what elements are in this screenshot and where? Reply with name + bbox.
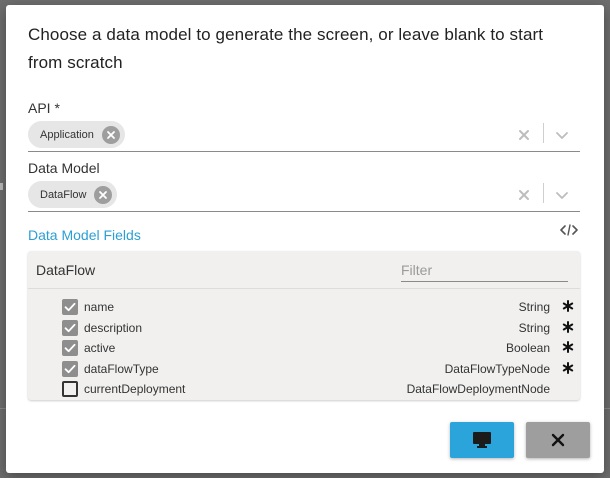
field-type: DataFlowTypeNode bbox=[444, 361, 550, 376]
chip-remove-icon[interactable] bbox=[94, 185, 113, 204]
field-row: description String bbox=[28, 319, 580, 339]
generate-screen-button[interactable] bbox=[450, 422, 514, 458]
select-separator bbox=[543, 123, 544, 143]
data-model-chip: DataFlow bbox=[28, 181, 118, 208]
asterisk-icon bbox=[562, 300, 574, 312]
chip-remove-icon[interactable] bbox=[101, 125, 120, 144]
chevron-down-icon[interactable] bbox=[554, 127, 570, 143]
field-checkbox[interactable] bbox=[62, 319, 78, 336]
fields-panel: DataFlow name String description String acti… bbox=[28, 251, 580, 400]
field-row: name String bbox=[28, 298, 580, 318]
dialog-title: Choose a data model to generate the scre… bbox=[28, 25, 544, 72]
api-chip-label: Application bbox=[40, 128, 94, 141]
field-checkbox[interactable] bbox=[62, 381, 78, 397]
field-name: description bbox=[84, 320, 143, 335]
clear-icon[interactable] bbox=[516, 127, 532, 143]
field-checkbox[interactable] bbox=[62, 360, 78, 377]
field-name: dataFlowType bbox=[84, 361, 159, 376]
api-chip: Application bbox=[28, 121, 125, 148]
data-model-select[interactable]: DataFlow bbox=[28, 181, 580, 212]
close-icon bbox=[551, 433, 565, 447]
field-type: String bbox=[518, 320, 550, 335]
field-name: name bbox=[84, 300, 115, 314]
data-model-label: Data Model bbox=[28, 160, 100, 176]
field-row: dataFlowType DataFlowTypeNode bbox=[28, 360, 580, 380]
field-name: active bbox=[84, 341, 116, 355]
api-select[interactable]: Application bbox=[28, 121, 580, 152]
close-icon bbox=[99, 190, 108, 199]
field-checkbox[interactable] bbox=[62, 299, 78, 315]
check-icon bbox=[64, 364, 76, 373]
filter-input[interactable] bbox=[401, 258, 568, 282]
chevron-down-icon[interactable] bbox=[554, 187, 570, 203]
field-row: active Boolean bbox=[28, 339, 580, 359]
cancel-button[interactable] bbox=[526, 422, 590, 458]
code-icon[interactable] bbox=[560, 222, 578, 238]
field-type: DataFlowDeploymentNode bbox=[406, 382, 550, 396]
asterisk-icon bbox=[562, 361, 574, 374]
monitor-icon bbox=[473, 432, 491, 448]
generate-screen-dialog: Choose a data model to generate the scre… bbox=[6, 5, 604, 473]
api-label: API * bbox=[28, 100, 60, 116]
data-model-chip-label: DataFlow bbox=[40, 188, 87, 201]
check-icon bbox=[64, 343, 76, 353]
field-checkbox[interactable] bbox=[62, 340, 78, 356]
field-row: currentDeployment DataFlowDeploymentNode bbox=[28, 380, 580, 400]
asterisk-icon bbox=[562, 341, 574, 353]
model-name: DataFlow bbox=[36, 262, 96, 278]
check-icon bbox=[64, 302, 76, 312]
close-icon bbox=[106, 130, 115, 139]
field-type: String bbox=[518, 300, 550, 314]
backdrop-tick bbox=[0, 183, 3, 190]
data-model-fields-title: Data Model Fields bbox=[28, 227, 141, 243]
fields-panel-header: DataFlow bbox=[28, 251, 580, 289]
check-icon bbox=[64, 323, 76, 332]
asterisk-icon bbox=[562, 320, 574, 333]
field-name: currentDeployment bbox=[84, 382, 186, 396]
select-separator bbox=[543, 183, 544, 203]
clear-icon[interactable] bbox=[516, 187, 532, 203]
field-type: Boolean bbox=[505, 341, 550, 355]
